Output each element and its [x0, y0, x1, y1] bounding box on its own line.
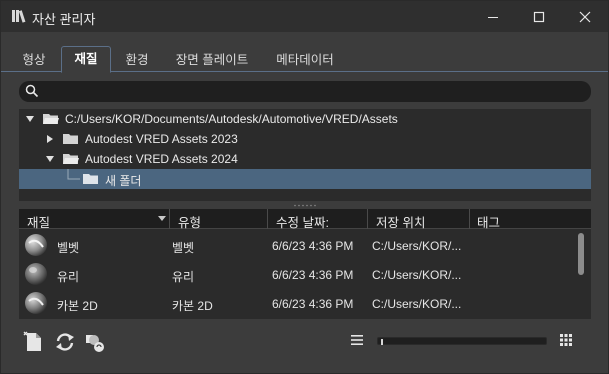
cell-type: 카본 2D: [172, 299, 213, 313]
search-input[interactable]: [43, 83, 583, 100]
cell-material-name: 유리: [57, 270, 80, 284]
tree-item-new-folder[interactable]: 새 폴더: [19, 169, 591, 189]
materials-table: 재질 유형 수정 날짜: 저장 위치 태그 벨벳 벨벳 6/6/23 4:36 …: [19, 209, 591, 319]
tree-item-assets-2023[interactable]: Autodest VRED Assets 2023: [19, 129, 591, 149]
cell-location: C:/Users/KOR/...: [372, 239, 462, 253]
expanded-arrow-icon[interactable]: [45, 154, 55, 164]
cell-modified: 6/6/23 4:36 PM: [272, 297, 354, 311]
scrollbar-thumb[interactable]: [578, 233, 584, 275]
material-sphere-thumbnail: [25, 292, 47, 314]
bottom-toolbar: [1, 323, 608, 363]
cell-material-name: 카본 2D: [57, 299, 98, 313]
new-document-icon[interactable]: [23, 331, 45, 353]
folder-open-icon: [63, 154, 79, 164]
close-button[interactable]: [562, 1, 608, 32]
tab-geometry[interactable]: 형상: [12, 48, 56, 72]
column-header-location[interactable]: 저장 위치: [376, 212, 425, 231]
search-icon: [25, 84, 39, 98]
list-view-icon[interactable]: [349, 332, 365, 348]
table-header: 재질 유형 수정 날짜: 저장 위치 태그: [19, 209, 591, 231]
tab-bar: 형상 재질 환경 장면 플레이트 메타데이터: [1, 42, 608, 73]
sort-descending-icon[interactable]: [158, 216, 166, 222]
table-row[interactable]: 벨벳 벨벳 6/6/23 4:36 PM C:/Users/KOR/...: [19, 231, 574, 260]
material-sphere-thumbnail: [25, 263, 47, 285]
expanded-arrow-icon[interactable]: [25, 114, 35, 124]
cell-material-name: 벨벳: [57, 241, 80, 255]
material-sphere-thumbnail: [25, 234, 47, 256]
cell-type: 벨벳: [172, 241, 195, 255]
folder-icon: [63, 134, 78, 144]
table-row[interactable]: 카본 2D 카본 2D 6/6/23 4:36 PM C:/Users/KOR/…: [19, 289, 574, 318]
tab-metadata[interactable]: 메타데이터: [265, 48, 345, 72]
asset-manager-window: 자산 관리자 형상 재질 환경 장면 플레이트 메타데이터 C:/Users/K…: [0, 0, 609, 374]
tree-item-label: Autodest VRED Assets 2024: [85, 152, 238, 166]
minimize-icon: [488, 16, 498, 18]
column-header-tags[interactable]: 태그: [477, 212, 500, 231]
column-divider[interactable]: [469, 209, 470, 229]
tree-connector-line: [67, 169, 80, 180]
cell-location: C:/Users/KOR/...: [372, 268, 462, 282]
collapsed-arrow-icon[interactable]: [45, 134, 55, 144]
cell-type: 유리: [172, 270, 195, 284]
title-bar[interactable]: 자산 관리자: [1, 1, 608, 32]
tree-item-label: 새 폴더: [105, 174, 142, 188]
maximize-button[interactable]: [516, 1, 562, 32]
books-icon: [12, 10, 26, 23]
slider-handle[interactable]: [381, 339, 383, 345]
folder-icon: [83, 174, 98, 184]
tree-item-label: Autodest VRED Assets 2023: [85, 132, 238, 146]
cell-modified: 6/6/23 4:36 PM: [272, 239, 354, 253]
folder-tree: C:/Users/KOR/Documents/Autodesk/Automoti…: [19, 109, 591, 201]
folder-open-icon: [43, 114, 59, 124]
column-header-modified[interactable]: 수정 날짜:: [276, 212, 329, 231]
thumbnail-size-slider[interactable]: [377, 337, 547, 345]
column-divider[interactable]: [367, 209, 368, 229]
table-row[interactable]: 유리 유리 6/6/23 4:36 PM C:/Users/KOR/...: [19, 260, 574, 289]
cell-location: C:/Users/KOR/...: [372, 297, 462, 311]
tree-item-label: C:/Users/KOR/Documents/Autodesk/Automoti…: [65, 112, 398, 126]
refresh-icon[interactable]: [54, 331, 76, 353]
search-bar: [19, 81, 591, 102]
tab-scene-plates[interactable]: 장면 플레이트: [165, 48, 259, 72]
tree-item-root[interactable]: C:/Users/KOR/Documents/Autodesk/Automoti…: [19, 109, 591, 129]
column-divider[interactable]: [267, 209, 268, 229]
cell-modified: 6/6/23 4:36 PM: [272, 268, 354, 282]
grid-view-icon[interactable]: [558, 332, 574, 348]
splitter-handle[interactable]: [293, 204, 317, 207]
window-title: 자산 관리자: [32, 12, 96, 27]
maximize-icon: [533, 11, 545, 22]
column-divider[interactable]: [169, 209, 170, 229]
tab-materials[interactable]: 재질: [61, 46, 111, 73]
material-sync-icon[interactable]: [84, 331, 106, 353]
minimize-button[interactable]: [470, 1, 516, 32]
column-header-type[interactable]: 유형: [178, 212, 201, 231]
column-header-material[interactable]: 재질: [27, 212, 50, 231]
close-icon: [579, 11, 591, 22]
tab-environments[interactable]: 환경: [115, 48, 159, 72]
tree-item-assets-2024[interactable]: Autodest VRED Assets 2024: [19, 149, 591, 169]
